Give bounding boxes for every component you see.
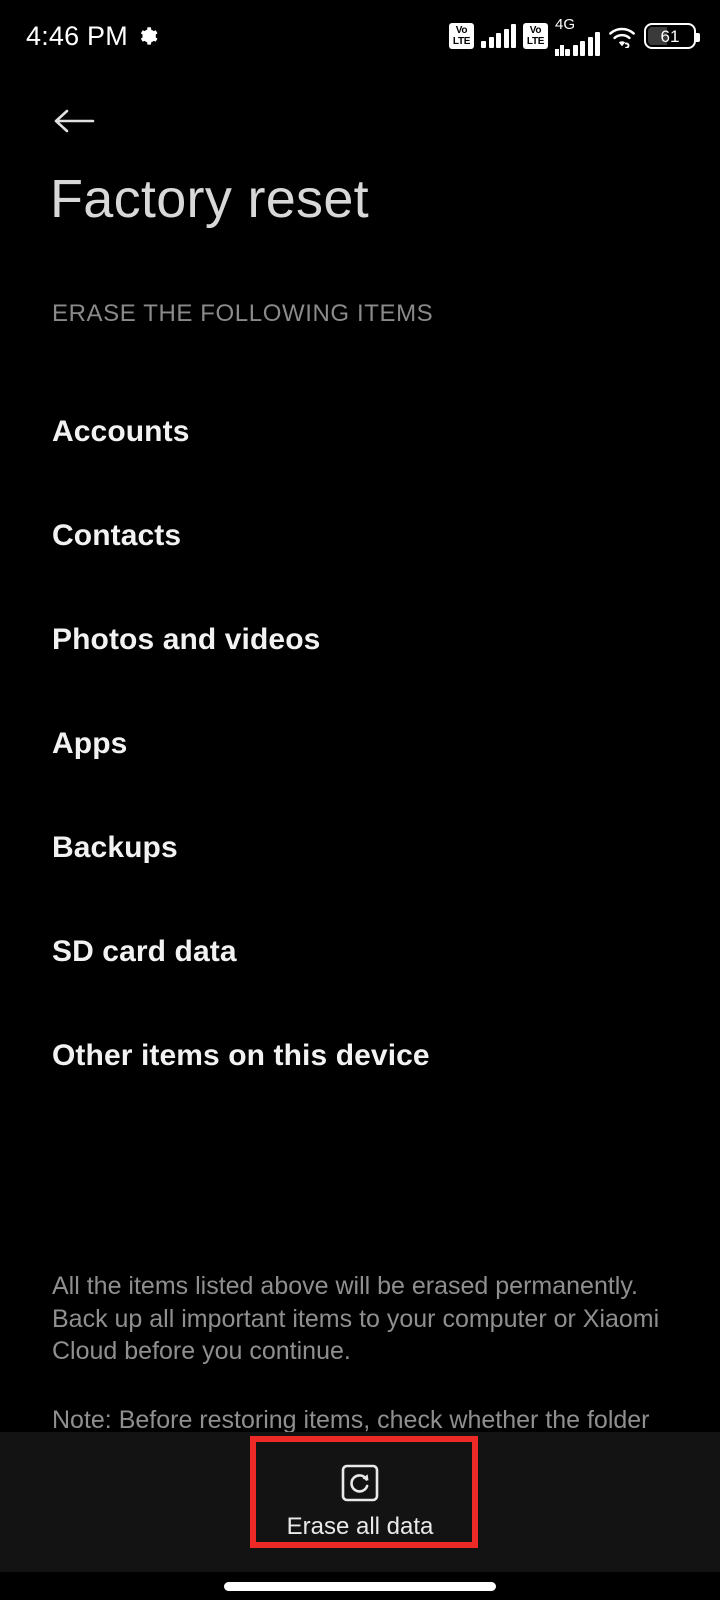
list-item[interactable]: Backups [52,796,720,900]
status-bar-right: Vo LTE Vo LTE 4G 61 [449,17,700,56]
erase-all-data-label: Erase all data [286,1513,434,1540]
phone-screen: 4:46 PM Vo LTE Vo LTE 4G 61 Factory rese… [0,0,720,1600]
battery-level-label: 61 [660,26,680,46]
volte-sim2-icon: Vo LTE [523,23,548,49]
back-button[interactable] [44,96,104,146]
back-arrow-icon [53,106,95,136]
page-title: Factory reset [50,169,369,229]
home-gesture-pill[interactable] [224,1581,496,1591]
list-item[interactable]: Contacts [52,484,720,588]
mobile-data-indicator: 4G [555,17,600,56]
volte-sim1-top: Vo [455,24,468,36]
wifi-icon [607,24,637,49]
volte-sim2-top: Vo [529,24,542,36]
list-item-label: Other items on this device [52,1039,430,1072]
signal-bars-sim1-icon [481,24,516,48]
list-item[interactable]: Photos and videos [52,588,720,692]
list-item-label: SD card data [52,935,237,968]
note-text: Note: Before restoring items, check whet… [52,1405,650,1433]
navigation-bar [0,1572,720,1600]
list-item-label: Contacts [52,519,182,552]
volte-sim1-bottom: LTE [452,35,471,47]
list-item[interactable]: Apps [52,692,720,796]
bottom-action-bar: Erase all data [0,1432,720,1572]
status-bar: 4:46 PM Vo LTE Vo LTE 4G 61 [0,0,720,72]
section-header: ERASE THE FOLLOWING ITEMS [52,300,434,327]
signal-bars-sim2-icon [565,31,600,56]
battery-icon: 61 [644,23,700,49]
status-clock: 4:46 PM [26,20,128,51]
scroll-content[interactable]: Factory reset ERASE THE FOLLOWING ITEMS … [0,72,720,1432]
network-type-label: 4G [555,15,576,33]
data-activity-icon [555,44,564,56]
volte-sim1-icon: Vo LTE [449,23,474,49]
erase-items-list: Accounts Contacts Photos and videos Apps… [52,380,720,1108]
volte-sim2-bottom: LTE [526,35,545,47]
erase-all-data-button[interactable]: Erase all data [246,1443,474,1561]
status-bar-left: 4:46 PM [26,21,158,52]
list-item-label: Apps [52,727,128,760]
list-item-label: Backups [52,831,178,864]
list-item[interactable]: Other items on this device [52,1004,720,1108]
disclaimer-text: All the items listed above will be erase… [52,1272,660,1365]
footnotes: All the items listed above will be erase… [52,1270,662,1432]
list-item-label: Photos and videos [52,623,321,656]
gear-icon [138,26,158,46]
list-item[interactable]: Accounts [52,380,720,484]
list-item-label: Accounts [52,415,190,448]
reset-restore-icon [340,1463,380,1503]
list-item[interactable]: SD card data [52,900,720,1004]
